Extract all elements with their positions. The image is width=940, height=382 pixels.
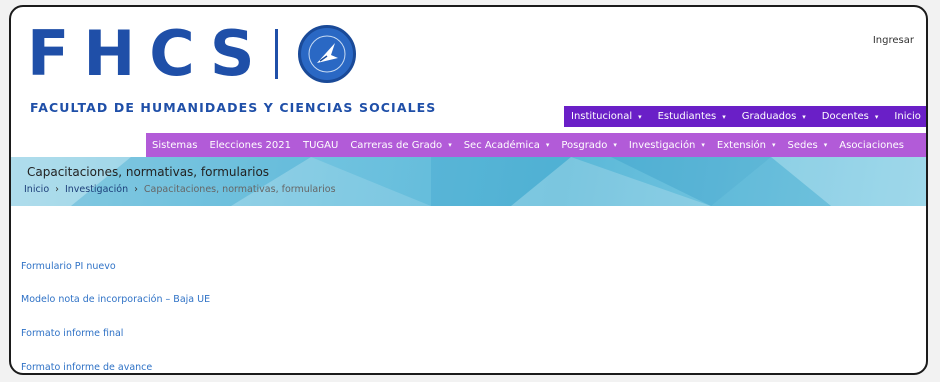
chevron-down-icon: ▾ [701,141,705,149]
page-banner: Capacitaciones, normativas, formularios … [11,157,926,206]
nav-item-extension[interactable]: Extensión ▾ [717,140,776,151]
nav-item-label: Carreras de Grado [350,139,443,151]
nav-item-label: Sedes [787,139,818,151]
nav-item-label: Sec Académica [463,139,540,151]
breadcrumb-current: Capacitaciones, normativas, formularios [143,184,336,195]
nav-item-label: Posgrado [561,139,608,151]
browser-frame: FHCS FACULTAD DE HUMANIDADES Y CIENCIAS … [9,5,928,375]
nav-item-elecciones-2021[interactable]: Elecciones 2021 [210,140,291,151]
primary-nav: Institucional ▾ Estudiantes ▾ Graduados … [564,106,926,127]
nav-item-estudiantes[interactable]: Estudiantes ▾ [658,111,726,122]
breadcrumb-parent[interactable]: Investigación [65,184,128,195]
nav-item-label: Sistemas [152,139,198,151]
nav-item-label: Elecciones 2021 [209,139,291,151]
nav-item-carreras-de-grado[interactable]: Carreras de Grado ▾ [350,140,451,151]
chevron-down-icon: ▾ [545,141,550,149]
nav-item-label: Estudiantes [657,111,717,122]
nav-item-label: Institucional [571,111,633,122]
document-link[interactable]: Modelo nota de incorporación – Baja UE [21,294,210,305]
logo-divider [274,29,278,79]
breadcrumb-separator-icon: › [134,184,138,195]
nav-item-label: TUGAU [302,139,339,151]
nav-item-sedes[interactable]: Sedes ▾ [788,140,828,151]
site-logo[interactable]: FHCS [27,19,356,89]
nav-item-label: Graduados [741,111,797,122]
chevron-down-icon: ▾ [874,112,879,121]
nav-item-investigacion[interactable]: Investigación ▾ [629,140,705,151]
nav-item-sistemas[interactable]: Sistemas [152,140,198,151]
nav-item-tugau[interactable]: TUGAU [303,140,338,151]
document-link[interactable]: Formato informe de avance [21,362,152,373]
chevron-down-icon: ▾ [613,141,617,149]
document-link[interactable]: Formulario PI nuevo [21,261,116,272]
nav-item-label: Asociaciones [839,139,904,151]
nav-item-docentes[interactable]: Docentes ▾ [822,111,879,122]
chevron-down-icon: ▾ [722,112,726,121]
page-title: Capacitaciones, normativas, formularios [27,165,270,179]
breadcrumb: Inicio › Investigación › Capacitaciones,… [24,184,336,195]
nav-item-label: Docentes [821,111,869,122]
chevron-down-icon: ▾ [448,141,452,149]
logo-wordmark: FHCS [27,17,269,90]
nav-item-inicio[interactable]: Inicio [894,111,920,122]
chevron-down-icon: ▾ [772,141,776,149]
chevron-down-icon: ▾ [802,112,806,121]
university-seal-icon [297,25,356,83]
nav-item-label: Extensión [716,139,767,151]
secondary-nav: Sistemas Elecciones 2021 TUGAU Carreras … [146,133,926,157]
faculty-name: FACULTAD DE HUMANIDADES Y CIENCIAS SOCIA… [30,100,437,115]
chevron-down-icon: ▾ [638,112,642,121]
nav-item-asociaciones[interactable]: Asociaciones [839,140,904,151]
document-link[interactable]: Formato informe final [21,328,123,339]
nav-item-label: Investigación [628,139,696,151]
chevron-down-icon: ▾ [823,141,828,149]
nav-item-sec-academica[interactable]: Sec Académica ▾ [464,140,550,151]
login-link[interactable]: Ingresar [873,35,914,46]
breadcrumb-home[interactable]: Inicio [24,184,49,195]
nav-item-institucional[interactable]: Institucional ▾ [571,111,642,122]
nav-item-graduados[interactable]: Graduados ▾ [742,111,806,122]
breadcrumb-separator-icon: › [55,184,59,195]
nav-item-posgrado[interactable]: Posgrado ▾ [561,140,617,151]
nav-item-label: Inicio [894,111,921,122]
